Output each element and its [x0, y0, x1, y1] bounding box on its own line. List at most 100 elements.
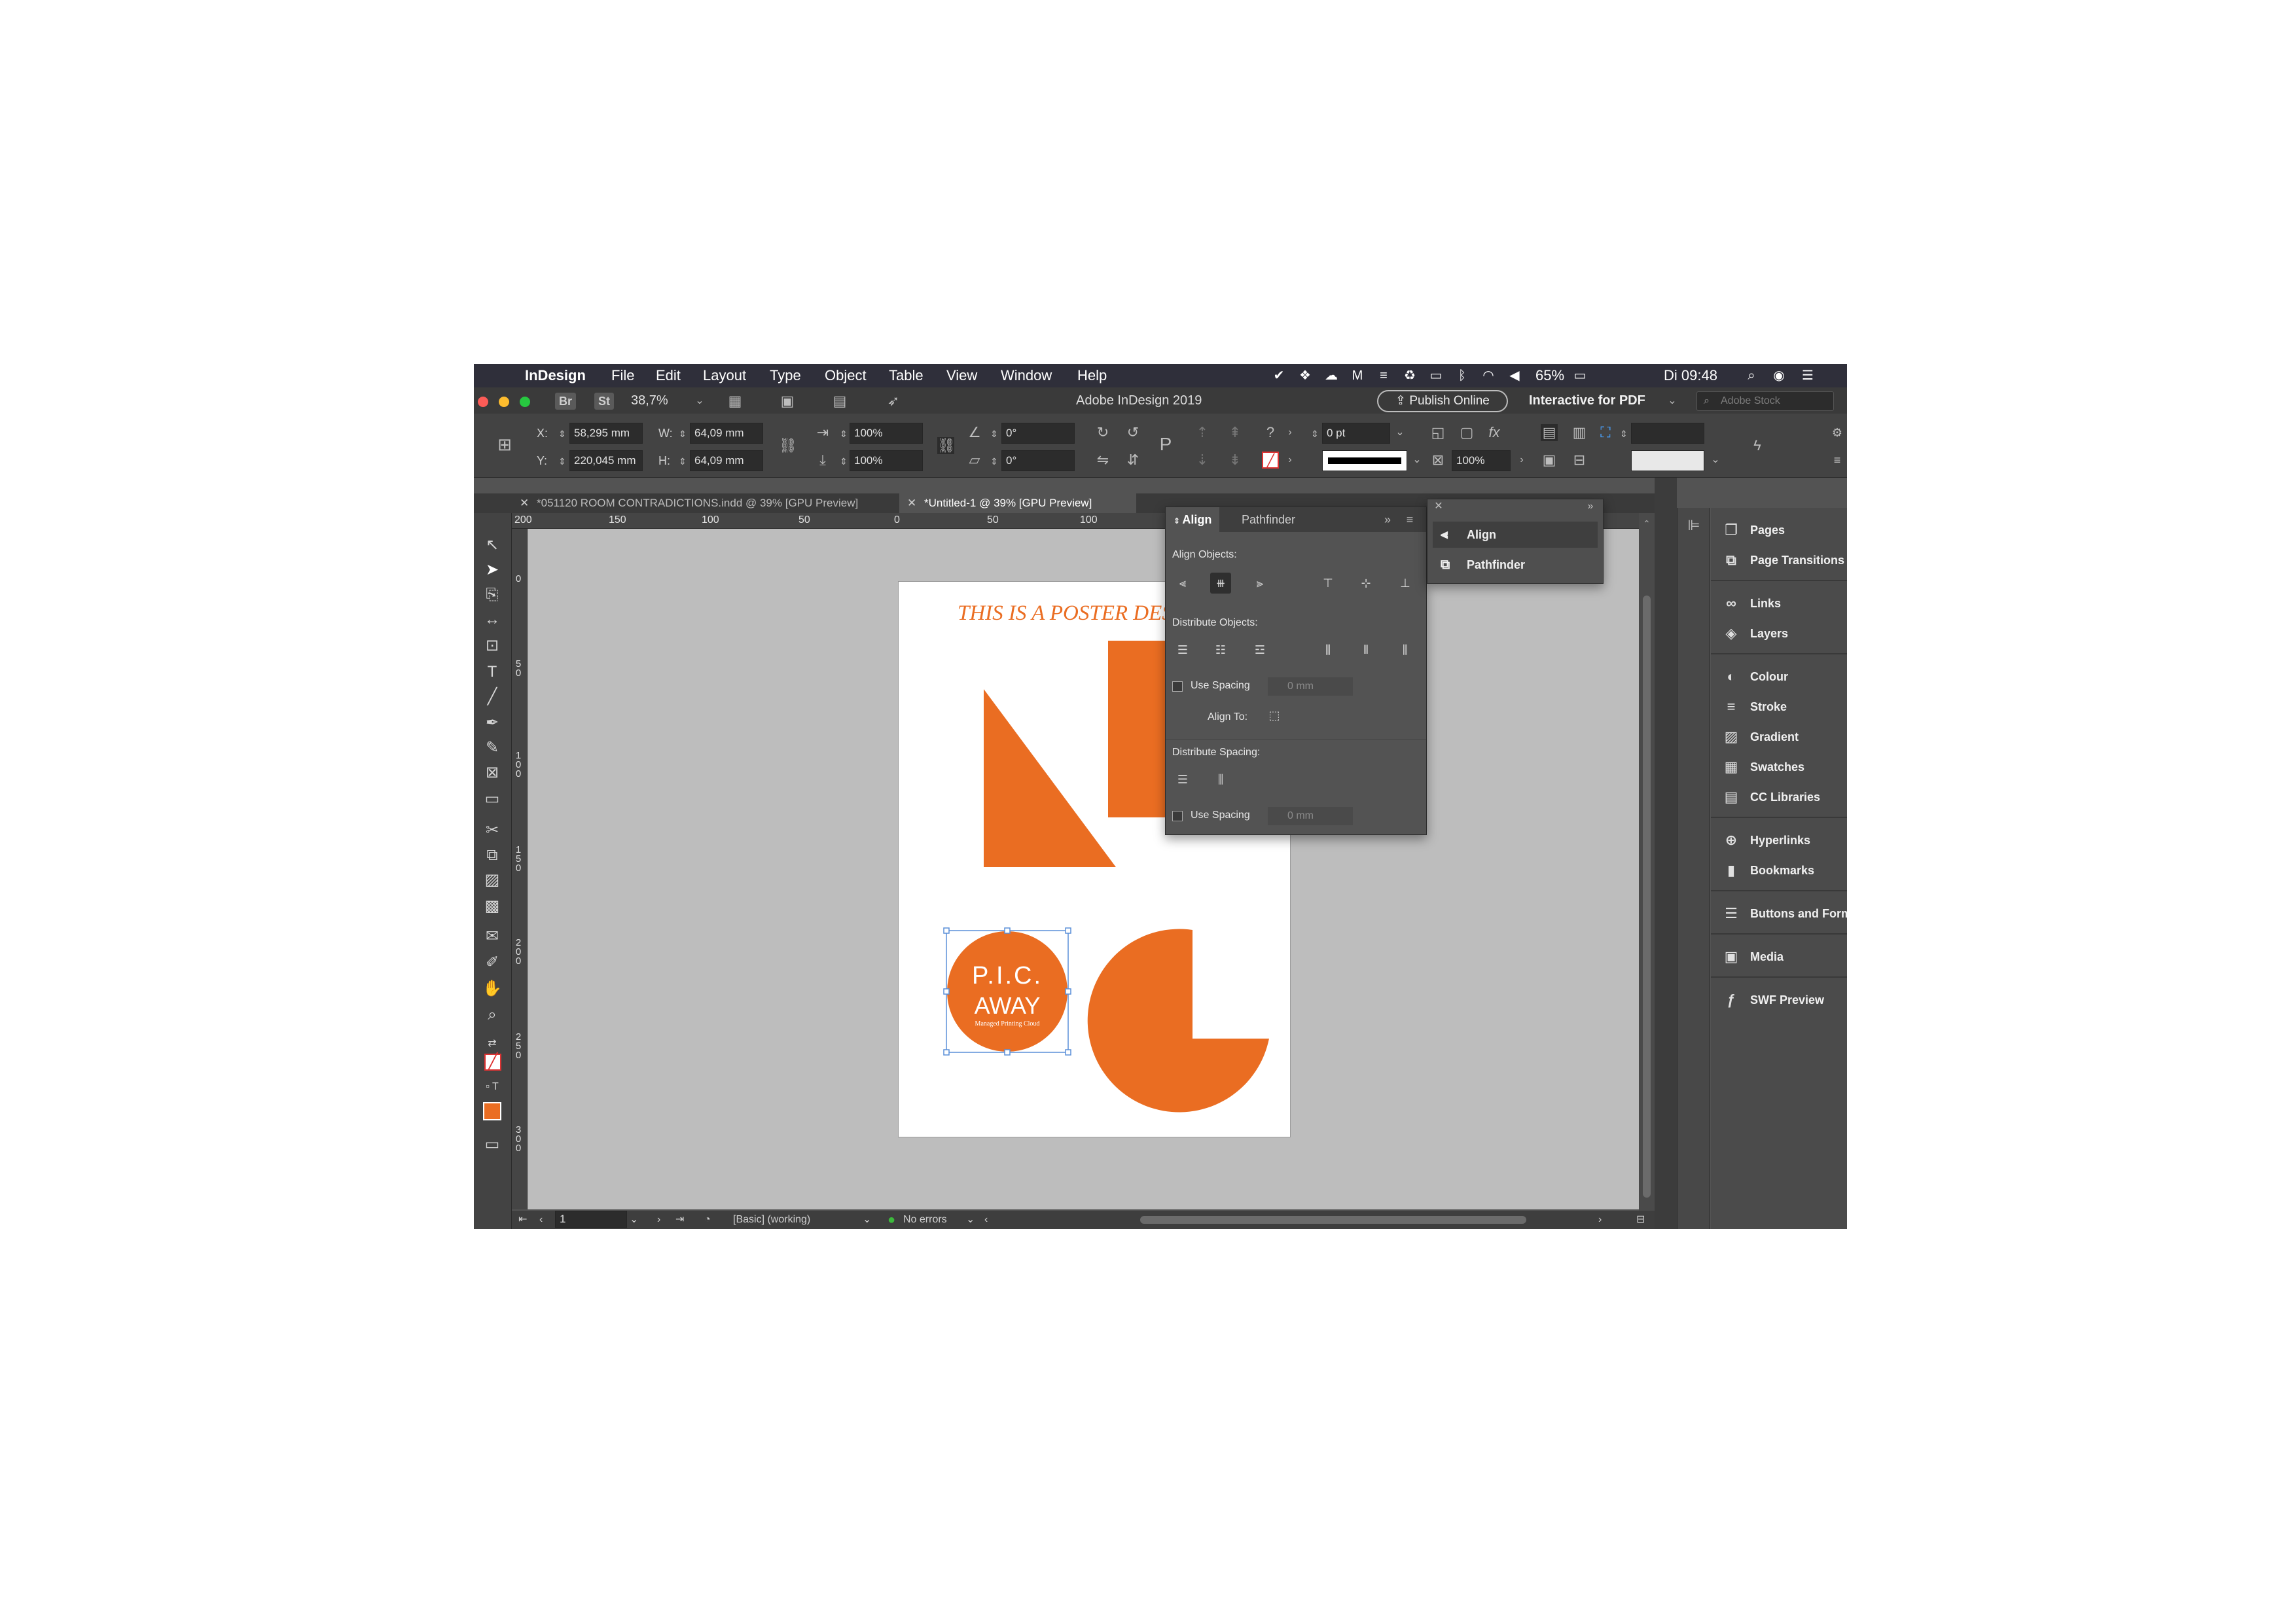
opacity-field[interactable]: 100%: [1452, 450, 1511, 471]
page-tool-icon[interactable]: ⎘: [481, 584, 503, 606]
close-tab-icon[interactable]: ✕: [520, 493, 529, 513]
publish-online-button[interactable]: ⇪ Publish Online: [1377, 390, 1508, 412]
fx-effects-icon[interactable]: fx: [1486, 424, 1503, 441]
select-container-icon[interactable]: ⇡: [1194, 424, 1211, 441]
default-fill-stroke-icon[interactable]: ⇄: [481, 1033, 503, 1055]
flip-vertical-icon[interactable]: ⇵: [1124, 452, 1141, 469]
auto-fit-icon[interactable]: ⛶: [1597, 424, 1614, 441]
preflight-profile[interactable]: [Basic] (working): [733, 1211, 810, 1229]
adobe-stock-search-input[interactable]: ⌕ Adobe Stock: [1696, 391, 1834, 411]
preflight-profile-dropdown-icon[interactable]: ⌄: [863, 1211, 871, 1229]
center-content-icon[interactable]: ⊟: [1571, 452, 1588, 469]
scale-x-field[interactable]: 100%: [850, 423, 923, 444]
dock-item-page-transitions[interactable]: ⧉ Page Transitions: [1711, 546, 1847, 575]
height-field[interactable]: 64,09 mm: [690, 450, 763, 471]
sync-icon[interactable]: ♻: [1402, 368, 1418, 383]
last-page-icon[interactable]: ⇥: [675, 1211, 684, 1229]
corner-shape-dropdown-icon[interactable]: ⌄: [1707, 452, 1724, 469]
zoom-tool-icon[interactable]: ⌕: [481, 1004, 503, 1026]
stroke-chevron-icon[interactable]: ›: [1282, 452, 1299, 469]
w-stepper-icon[interactable]: ⇕: [674, 425, 691, 442]
workspace-chevron-icon[interactable]: ⌄: [1664, 393, 1681, 410]
select-previous-icon[interactable]: ⇞: [1227, 424, 1244, 441]
align-vertical-centers-icon[interactable]: ⊹: [1355, 573, 1376, 594]
dock-item-swf-preview[interactable]: ƒ SWF Preview: [1711, 986, 1847, 1014]
stroke-type-field[interactable]: [1322, 450, 1407, 471]
zoom-dropdown-chevron-icon[interactable]: ⌄: [691, 393, 708, 410]
select-next-icon[interactable]: ⇟: [1227, 452, 1244, 469]
dock-item-hyperlinks[interactable]: ⊕ Hyperlinks: [1711, 826, 1847, 855]
dock-item-gradient[interactable]: ▨ Gradient: [1711, 722, 1847, 751]
content-collector-icon[interactable]: ⊡: [481, 635, 503, 657]
corner-stepper-icon[interactable]: ⇕: [1615, 425, 1632, 442]
dock-item-layers[interactable]: ◈ Layers: [1711, 619, 1847, 648]
reference-point-icon[interactable]: ⊞: [496, 436, 513, 453]
dock-item-pages[interactable]: ❐ Pages: [1711, 516, 1847, 544]
x-stepper-icon[interactable]: ⇕: [554, 425, 571, 442]
screen-mode-normal-icon[interactable]: ▭: [481, 1133, 503, 1156]
fill-chevron-icon[interactable]: ›: [1282, 424, 1299, 441]
stroke-type-dropdown-icon[interactable]: ⌄: [1408, 452, 1426, 469]
x-position-field[interactable]: 58,295 mm: [569, 423, 643, 444]
rectangle-frame-tool-icon[interactable]: ⊠: [481, 762, 503, 784]
airplay-icon[interactable]: ▭: [1428, 368, 1444, 383]
opacity-chevron-icon[interactable]: ›: [1513, 452, 1530, 469]
siri-icon[interactable]: ◉: [1771, 368, 1787, 383]
direct-selection-tool-icon[interactable]: ➤: [481, 559, 503, 581]
gradient-feather-tool-icon[interactable]: ▩: [481, 895, 503, 918]
workspace-switcher[interactable]: Interactive for PDF: [1529, 391, 1645, 410]
scissors-tool-icon[interactable]: ✂: [481, 819, 503, 842]
menubar-clock[interactable]: Di 09:48: [1664, 366, 1717, 385]
control-panel-settings-icon[interactable]: ⚙: [1829, 424, 1846, 441]
formatting-container-icon[interactable]: ▫ T: [481, 1076, 503, 1098]
bluetooth-icon[interactable]: ᛒ: [1454, 368, 1470, 383]
battery-icon[interactable]: ▭: [1570, 368, 1590, 383]
gap-tool-icon[interactable]: ↔: [481, 609, 503, 631]
align-to-selection-icon[interactable]: ⬚: [1264, 705, 1285, 726]
quick-apply-lightning-icon[interactable]: ϟ: [1749, 437, 1766, 454]
dock-item-stroke[interactable]: ≡ Stroke: [1711, 692, 1847, 721]
horizontal-scroll-thumb[interactable]: [1140, 1216, 1526, 1224]
gradient-swatch-tool-icon[interactable]: ▨: [481, 869, 503, 891]
menu-layout[interactable]: Layout: [703, 366, 746, 385]
use-spacing-checkbox-1[interactable]: [1172, 681, 1183, 692]
vertical-scrollbar[interactable]: ⌃: [1639, 513, 1655, 1211]
close-flyout-icon[interactable]: ✕: [1430, 498, 1447, 515]
align-panel-icon[interactable]: ⊫: [1685, 517, 1702, 534]
zoom-window-button[interactable]: [520, 397, 530, 407]
h-stepper-icon[interactable]: ⇕: [674, 453, 691, 470]
vertical-scroll-thumb[interactable]: [1643, 596, 1651, 1198]
constrain-proportions-icon[interactable]: ⛓: [779, 437, 797, 454]
tab-untitled-1[interactable]: ✕ *Untitled-1 @ 39% [GPU Preview]: [899, 493, 1136, 513]
align-top-edges-icon[interactable]: ⊤: [1318, 573, 1338, 594]
app-menu-indesign[interactable]: InDesign: [525, 366, 586, 385]
menu-file[interactable]: File: [611, 366, 634, 385]
align-right-edges-icon[interactable]: ⫸: [1249, 573, 1270, 594]
align-left-edges-icon[interactable]: ⫷: [1172, 573, 1193, 594]
spotlight-search-icon[interactable]: ⌕: [1744, 368, 1759, 383]
type-tool-icon[interactable]: T: [481, 661, 503, 683]
distribute-vertical-centers-icon[interactable]: ☷: [1210, 639, 1231, 660]
menu-help[interactable]: Help: [1077, 366, 1107, 385]
distribute-left-edges-icon[interactable]: ⫼: [1318, 639, 1338, 660]
selection-tool-icon[interactable]: ↖: [481, 534, 503, 556]
dropbox-icon[interactable]: ❖: [1297, 368, 1313, 383]
fill-swatch-icon[interactable]: [483, 1102, 501, 1120]
scroll-up-icon[interactable]: ⌃: [1643, 518, 1651, 529]
pic-away-logo-circle[interactable]: [947, 931, 1067, 1052]
dock-item-bookmarks[interactable]: ▮ Bookmarks: [1711, 856, 1847, 885]
drop-shadow-icon[interactable]: ◱: [1429, 424, 1446, 441]
distribute-bottom-edges-icon[interactable]: ☲: [1249, 639, 1270, 660]
next-page-icon[interactable]: ›: [657, 1211, 660, 1229]
split-window-icon[interactable]: ⊟: [1636, 1211, 1645, 1229]
constrain-scale-icon[interactable]: ⛓: [937, 437, 956, 454]
errors-dropdown-icon[interactable]: ⌄: [966, 1211, 975, 1229]
rotate-clockwise-icon[interactable]: ↻: [1094, 424, 1111, 441]
collapse-panel-icon[interactable]: »: [1379, 511, 1396, 528]
zoom-level-field[interactable]: 38,7%: [631, 391, 668, 410]
menu-object[interactable]: Object: [825, 366, 867, 385]
tab-align[interactable]: ⇕ Align: [1166, 507, 1220, 532]
shear-stepper-icon[interactable]: ⇕: [986, 453, 1003, 470]
notification-center-icon[interactable]: ☰: [1800, 368, 1816, 383]
rotation-stepper-icon[interactable]: ⇕: [986, 425, 1003, 442]
